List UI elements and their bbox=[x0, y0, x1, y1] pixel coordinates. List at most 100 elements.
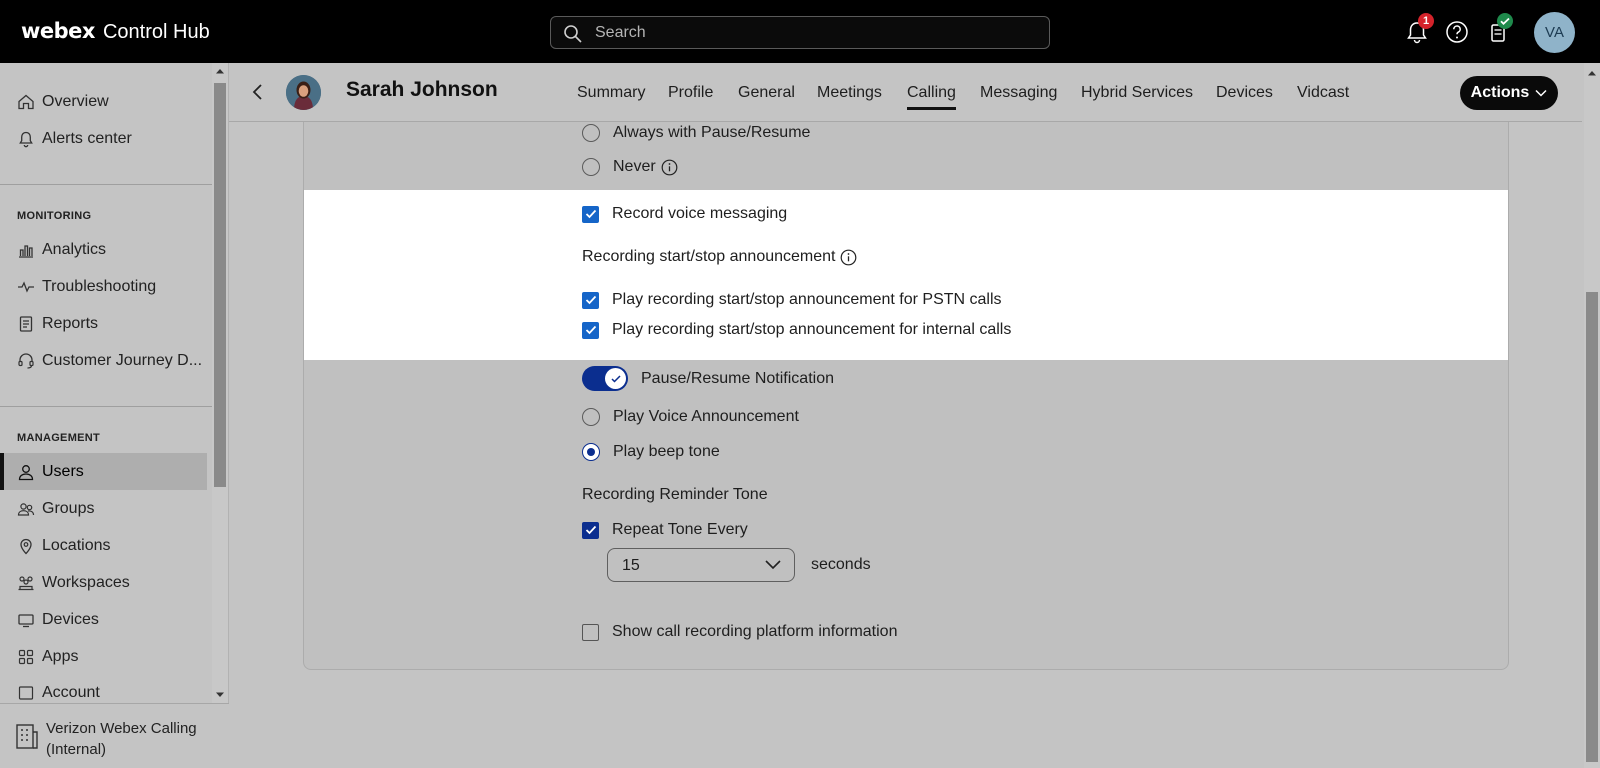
pulse-icon bbox=[18, 280, 34, 293]
sidebar-item-account[interactable]: Account bbox=[0, 675, 207, 703]
sidebar-item-label: Troubleshooting bbox=[42, 277, 157, 295]
radio-play-voice-announcement[interactable] bbox=[582, 408, 600, 426]
sidebar-scroll-thumb[interactable] bbox=[214, 83, 226, 487]
unit-label: seconds bbox=[811, 556, 871, 573]
sidebar-item-troubleshooting[interactable]: Troubleshooting bbox=[0, 268, 207, 305]
sidebar-item-label: Users bbox=[42, 462, 84, 480]
tab-messaging[interactable]: Messaging bbox=[980, 84, 1057, 102]
option-record-voice-messaging[interactable]: Record voice messaging bbox=[582, 205, 787, 223]
option-repeat-tone[interactable]: Repeat Tone Every bbox=[582, 521, 748, 539]
info-icon[interactable] bbox=[661, 159, 678, 176]
help-icon[interactable] bbox=[1443, 18, 1471, 46]
back-arrow-icon[interactable] bbox=[246, 80, 270, 104]
repeat-interval-select[interactable]: 15 bbox=[607, 548, 795, 582]
option-label: Never bbox=[613, 158, 656, 175]
checkbox-repeat-tone[interactable] bbox=[582, 521, 599, 539]
tab-general[interactable]: General bbox=[738, 84, 795, 102]
radio-always-pause-resume[interactable] bbox=[582, 124, 600, 142]
tab-vidcast[interactable]: Vidcast bbox=[1297, 84, 1349, 102]
sidebar-item-label: Account bbox=[42, 684, 100, 701]
toggle-pause-resume-notification[interactable] bbox=[582, 366, 628, 391]
option-label: Repeat Tone Every bbox=[612, 521, 748, 538]
option-show-platform-info[interactable]: Show call recording platform information bbox=[582, 623, 897, 641]
checkbox-record-voice-messaging[interactable] bbox=[582, 205, 599, 223]
apps-icon bbox=[18, 649, 34, 664]
option-play-voice-announcement[interactable]: Play Voice Announcement bbox=[582, 408, 799, 426]
search-input[interactable] bbox=[595, 21, 1035, 45]
analytics-icon bbox=[19, 244, 33, 258]
radio-never[interactable] bbox=[582, 158, 600, 176]
chevron-down-icon bbox=[1535, 89, 1547, 97]
building-icon bbox=[16, 724, 38, 749]
sidebar-item-label: Devices bbox=[42, 610, 99, 628]
sidebar-item-label: Customer Journey D... bbox=[42, 351, 203, 369]
option-label: Pause/Resume Notification bbox=[641, 369, 834, 387]
sidebar-item-alerts-center[interactable]: Alerts center bbox=[0, 120, 207, 157]
option-label: Play recording start/stop announcement f… bbox=[612, 291, 1002, 308]
section-label: Recording start/stop announcement bbox=[582, 248, 836, 265]
tab-devices[interactable]: Devices bbox=[1216, 84, 1273, 102]
select-value: 15 bbox=[622, 557, 640, 574]
sidebar-item-users[interactable]: Users bbox=[0, 453, 207, 490]
sidebar-item-overview[interactable]: Overview bbox=[0, 83, 207, 120]
sidebar-item-analytics[interactable]: Analytics bbox=[0, 231, 207, 268]
sidebar-item-apps[interactable]: Apps bbox=[0, 638, 207, 675]
main-scroll-thumb[interactable] bbox=[1586, 292, 1598, 762]
sidebar-item-workspaces[interactable]: Workspaces bbox=[0, 564, 207, 601]
brand-webex: webex bbox=[21, 19, 95, 43]
brand-logo[interactable]: webex Control Hub bbox=[21, 19, 210, 44]
home-icon bbox=[18, 94, 34, 109]
brand-product: Control Hub bbox=[102, 21, 210, 43]
checkbox-pstn-announcement[interactable] bbox=[582, 291, 599, 309]
actions-button[interactable]: Actions bbox=[1460, 76, 1558, 110]
option-label: Play beep tone bbox=[613, 443, 720, 460]
search-box[interactable] bbox=[550, 16, 1050, 49]
headset-icon bbox=[18, 352, 34, 369]
tab-meetings[interactable]: Meetings bbox=[817, 84, 882, 102]
scroll-up-icon[interactable] bbox=[1587, 69, 1597, 77]
option-play-beep-tone[interactable]: Play beep tone bbox=[582, 443, 720, 461]
sidebar-item-label: Locations bbox=[42, 536, 111, 554]
radio-play-beep-tone[interactable] bbox=[582, 443, 600, 461]
option-label: Show call recording platform information bbox=[612, 623, 898, 640]
option-pstn-announcement[interactable]: Play recording start/stop announcement f… bbox=[582, 291, 1002, 309]
user-avatar[interactable]: VA bbox=[1534, 12, 1575, 53]
sidebar-item-reports[interactable]: Reports bbox=[0, 305, 207, 342]
chevron-down-icon bbox=[765, 560, 781, 570]
devices-icon bbox=[18, 613, 34, 627]
sidebar-item-label: Alerts center bbox=[42, 129, 132, 147]
groups-icon bbox=[17, 502, 35, 516]
option-internal-announcement[interactable]: Play recording start/stop announcement f… bbox=[582, 321, 1011, 339]
tab-summary[interactable]: Summary bbox=[577, 84, 645, 102]
sidebar-item-label: Reports bbox=[42, 314, 99, 332]
option-never[interactable]: Never bbox=[582, 158, 678, 176]
sidebar-divider bbox=[0, 406, 212, 407]
status-check-badge bbox=[1497, 13, 1513, 29]
announcement-heading: Recording start/stop announcement bbox=[582, 248, 857, 266]
sidebar-item-groups[interactable]: Groups bbox=[0, 490, 207, 527]
tab-calling[interactable]: Calling bbox=[907, 84, 956, 110]
report-icon bbox=[19, 315, 33, 332]
info-icon[interactable] bbox=[840, 249, 857, 266]
sidebar-item-devices[interactable]: Devices bbox=[0, 601, 207, 638]
option-label: Play Voice Announcement bbox=[613, 408, 799, 425]
checkbox-internal-announcement[interactable] bbox=[582, 321, 599, 339]
scroll-up-icon[interactable] bbox=[215, 67, 225, 75]
toggle-knob bbox=[605, 368, 626, 389]
sidebar-item-locations[interactable]: Locations bbox=[0, 527, 207, 564]
person-avatar bbox=[286, 75, 321, 110]
sidebar-item-label: Analytics bbox=[42, 240, 107, 258]
tab-hybrid-services[interactable]: Hybrid Services bbox=[1081, 84, 1193, 102]
org-name: Verizon Webex Calling (Internal) bbox=[46, 718, 197, 760]
scroll-down-icon[interactable] bbox=[215, 691, 225, 699]
checkbox-show-platform-info[interactable] bbox=[582, 623, 599, 641]
option-pause-resume-notification[interactable]: Pause/Resume Notification bbox=[582, 366, 834, 391]
option-always-pause-resume[interactable]: Always with Pause/Resume bbox=[582, 124, 810, 142]
option-label: Always with Pause/Resume bbox=[613, 124, 811, 141]
tab-profile[interactable]: Profile bbox=[668, 84, 713, 102]
workspaces-icon bbox=[18, 575, 34, 590]
org-switcher[interactable]: Verizon Webex Calling (Internal) bbox=[0, 703, 229, 768]
reminder-heading: Recording Reminder Tone bbox=[582, 486, 768, 504]
section-label: Recording Reminder Tone bbox=[582, 486, 768, 503]
sidebar-item-customer-journey[interactable]: Customer Journey D... bbox=[0, 342, 207, 379]
